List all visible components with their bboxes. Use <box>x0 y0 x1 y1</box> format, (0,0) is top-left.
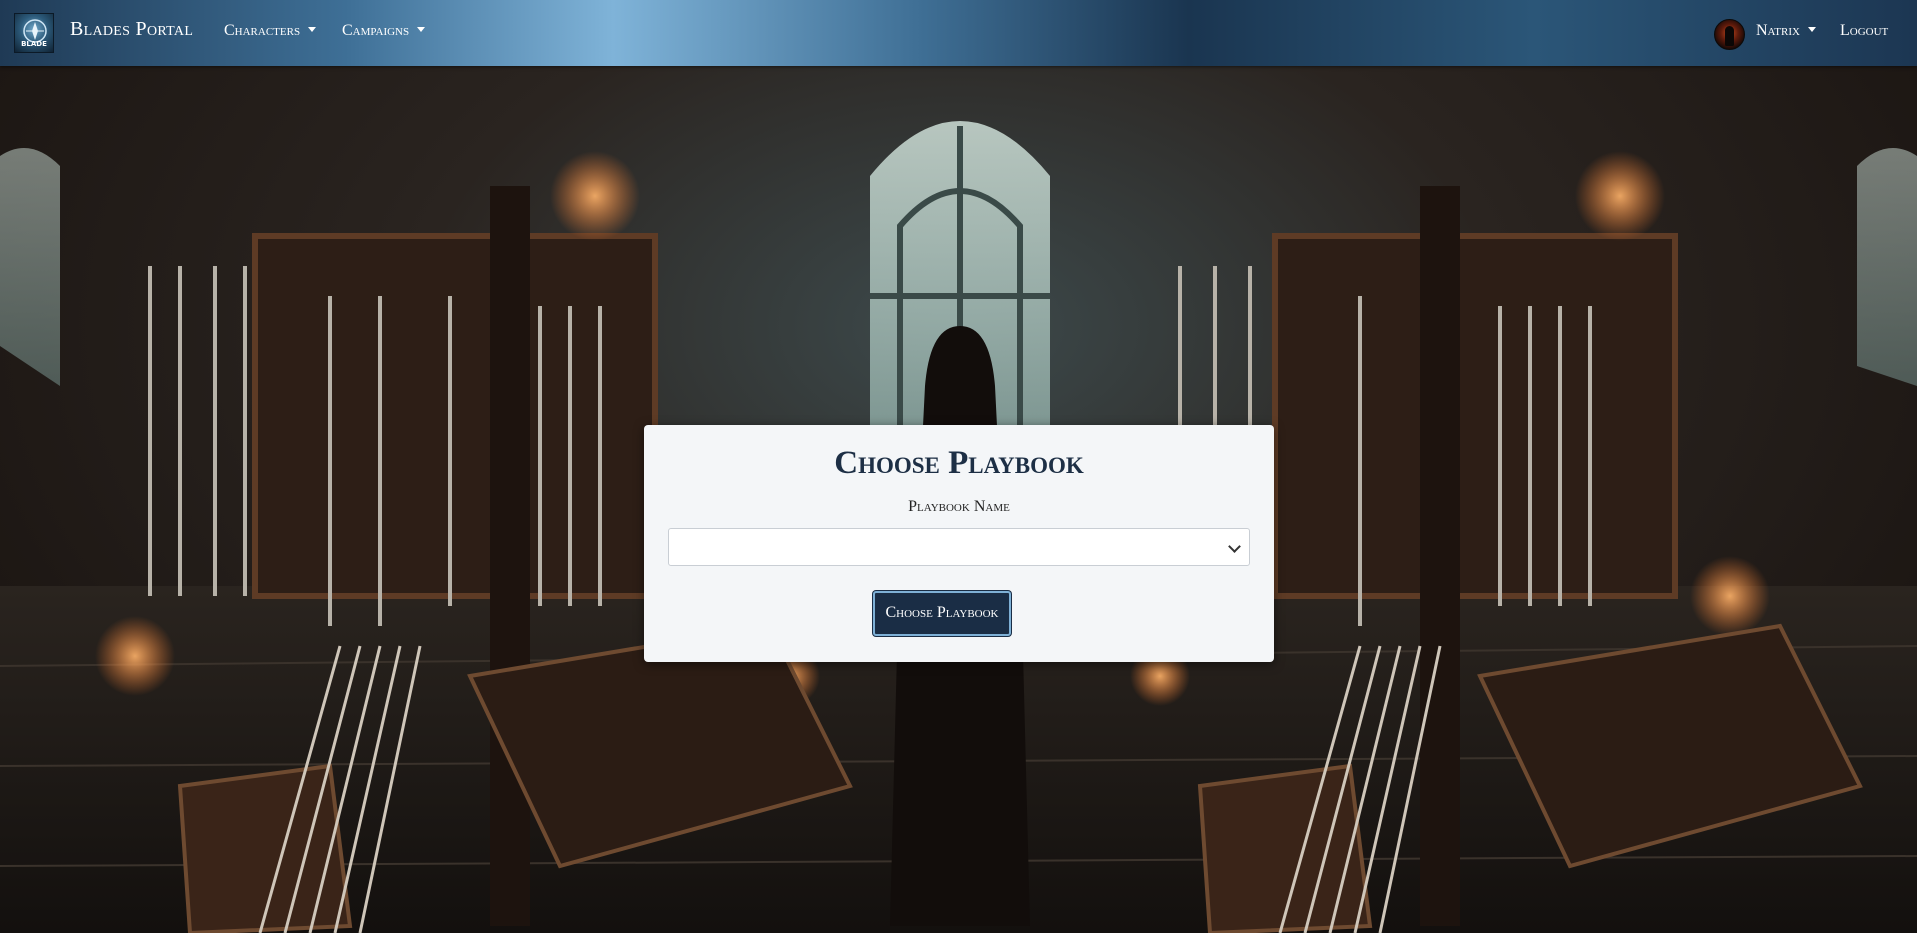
choose-playbook-button[interactable]: Choose Playbook <box>873 591 1011 636</box>
user-dropdown[interactable]: Natrix <box>1756 22 1816 40</box>
chevron-down-icon <box>417 27 426 32</box>
chevron-down-icon <box>1228 540 1241 553</box>
user-name: Natrix <box>1756 22 1800 39</box>
logout-link[interactable]: Logout <box>1840 22 1888 40</box>
logo-text: BLADE <box>21 40 47 48</box>
choose-playbook-card: Choose Playbook Playbook Name Choose Pla… <box>644 425 1274 662</box>
page-title: Choose Playbook <box>834 445 1084 481</box>
top-navbar: BLADE Blades Portal Characters Campaigns… <box>0 0 1917 66</box>
chevron-down-icon <box>308 27 317 32</box>
characters-label: Characters <box>224 22 301 39</box>
playbook-name-select[interactable] <box>668 528 1250 566</box>
characters-dropdown[interactable]: Characters <box>224 22 317 40</box>
playbook-name-label: Playbook Name <box>908 498 1010 515</box>
campaigns-label: Campaigns <box>342 22 410 39</box>
user-avatar[interactable] <box>1714 19 1745 50</box>
chevron-down-icon <box>1807 27 1816 32</box>
blade-logo-icon[interactable]: BLADE <box>14 13 54 53</box>
brand-name-link[interactable]: Blades Portal <box>70 18 193 41</box>
campaigns-dropdown[interactable]: Campaigns <box>342 22 426 40</box>
